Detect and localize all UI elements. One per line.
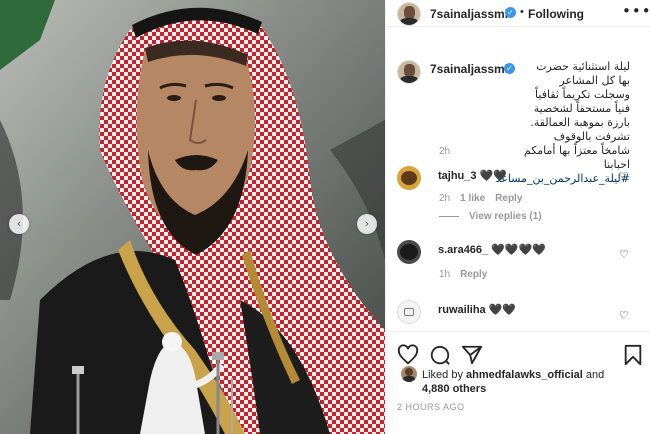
comment-1: tajhu_3 🖤🖤 — [438, 169, 507, 182]
previous-arrow-button[interactable]: ‹ — [9, 214, 29, 234]
comment-likes-count[interactable]: 1 like — [460, 193, 485, 204]
more-options-icon[interactable]: ••• — [622, 2, 650, 20]
reply-button[interactable]: Reply — [495, 193, 522, 204]
comment-like-heart-icon[interactable]: ♡ — [619, 309, 629, 322]
bookmark-icon[interactable] — [622, 344, 644, 366]
comment-username-link[interactable]: ruwailiha — [438, 304, 486, 316]
following-button[interactable]: Following — [528, 7, 584, 21]
post-side-panel: 7sainaljassmi ✓ • Following ••• 7sainalj… — [385, 0, 650, 434]
chevron-left-icon: ‹ — [16, 217, 22, 230]
avatar[interactable] — [397, 2, 421, 26]
comment-avatar[interactable] — [397, 166, 421, 190]
comment-text: 🖤🖤 — [479, 170, 507, 182]
action-bar — [386, 331, 650, 371]
comment-username-link[interactable]: tajhu_3 — [438, 170, 477, 182]
comment-3: ruwailiha 🖤🖤 — [438, 303, 516, 316]
liker-avatar[interactable] — [401, 366, 417, 382]
comment-like-heart-icon[interactable]: ♡ — [619, 248, 629, 261]
post-header: 7sainaljassmi ✓ • Following ••• — [386, 0, 650, 27]
post-image: ‹ › — [0, 0, 385, 434]
divider — [439, 215, 459, 217]
comment-like-heart-icon[interactable]: ♡ — [619, 170, 629, 183]
comment-icon[interactable] — [429, 344, 451, 366]
caption-text: ليلة استثنائية حضرت بها كل المشاعر وسجلت… — [523, 60, 630, 171]
liked-by-and: and — [582, 369, 605, 381]
comment-meta: 2h 1 like Reply — [439, 193, 522, 204]
post-photo — [0, 0, 385, 434]
caption-timestamp[interactable]: 2h — [439, 146, 450, 157]
comment-text: 🖤🖤 — [488, 304, 517, 316]
comment-avatar[interactable] — [397, 300, 421, 324]
comment-time[interactable]: 2h — [439, 193, 450, 204]
comment-time[interactable]: 1h — [439, 269, 450, 280]
comment-text: 🖤🖤🖤🖤 — [491, 244, 546, 256]
chevron-right-icon: › — [364, 217, 370, 230]
post-caption: ليلة استثنائية حضرت بها كل المشاعر وسجلت… — [430, 60, 630, 186]
liker-username-link[interactable]: ahmedfalawks_official — [466, 369, 583, 381]
share-icon[interactable] — [461, 344, 483, 366]
comment-username-link[interactable]: s.ara466_ — [438, 244, 488, 256]
header-username-link[interactable]: 7sainaljassmi — [430, 7, 508, 21]
view-replies-button[interactable]: View replies (1) — [439, 211, 542, 222]
comment-meta: 1h Reply — [439, 269, 487, 280]
reply-button[interactable]: Reply — [460, 269, 487, 280]
heart-icon[interactable] — [397, 344, 419, 366]
liked-by-prefix: Liked by — [422, 369, 467, 381]
comment-avatar[interactable] — [397, 240, 421, 264]
verified-badge-icon: ✓ — [505, 7, 516, 18]
post-timestamp[interactable]: 2 HOURS AGO — [397, 402, 465, 412]
others-count-link[interactable]: 4,880 others — [422, 383, 486, 395]
comment-2: s.ara466_ 🖤🖤🖤🖤 — [438, 243, 546, 256]
caption-avatar[interactable] — [397, 60, 421, 84]
next-arrow-button[interactable]: › — [357, 214, 377, 234]
separator-dot: • — [520, 6, 524, 18]
